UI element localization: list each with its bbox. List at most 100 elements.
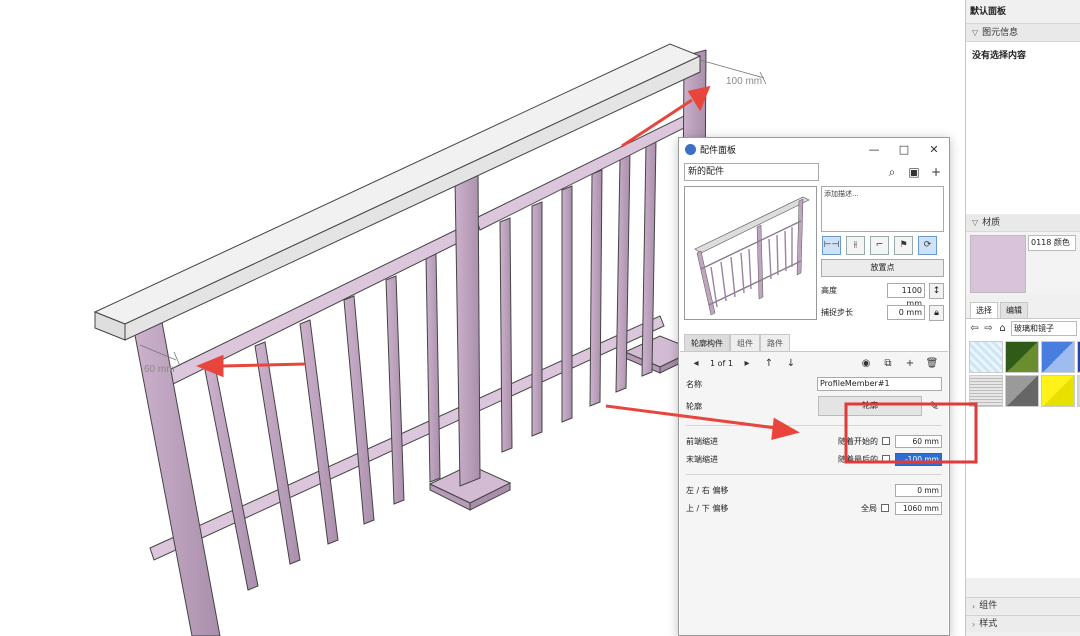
lock-icon[interactable]: 🔒︎ [929, 304, 944, 321]
entity-info-empty: 没有选择内容 [966, 42, 1080, 214]
material-nav: ⇦ ⇨ ⌂ 玻璃和镜子 [966, 318, 1080, 338]
chevron-down-icon: ▽ [972, 27, 979, 37]
maximize-icon[interactable]: □ [889, 143, 919, 156]
entity-info-header[interactable]: ▽ 图元信息 [966, 24, 1080, 42]
front-offset-label: 前端缩进 [686, 436, 718, 446]
start-offset-input[interactable]: 60 mm [895, 434, 942, 448]
glue-corner-icon[interactable]: ⌐ [870, 236, 889, 256]
start-label: 随着开始的 [838, 436, 878, 446]
tab-component[interactable]: 组件 [730, 334, 760, 352]
end-checkbox[interactable] [882, 455, 890, 463]
material-tile[interactable] [969, 375, 1003, 407]
next-icon[interactable]: ▸ [739, 358, 755, 369]
height-label: 高度 [821, 286, 837, 296]
name-field-row: 名称 ProfileMember#1 [680, 375, 948, 393]
ud-offset-row: 上 / 下 偏移 全局 1060 mm [680, 499, 948, 517]
eye-icon[interactable]: ◉ [858, 358, 874, 369]
back-offset-label: 末端缩进 [686, 454, 718, 464]
tab-path-member[interactable]: 路件 [760, 334, 790, 352]
material-tile[interactable] [1005, 375, 1039, 407]
pencil-icon[interactable]: ✎ [926, 399, 942, 413]
divider [686, 425, 942, 426]
preview-controls: 添加描述... ⊢⊣ ⫲ ⌐ ⚑ ⟳ 放置点 高度 1100 mm ↕ 捕捉步长… [821, 186, 944, 322]
styles-section[interactable]: › 样式 [966, 615, 1080, 632]
divider [686, 474, 942, 475]
material-preview: 0118 颜色 [966, 232, 1080, 294]
description-textarea[interactable]: 添加描述... [821, 186, 944, 233]
chevron-right-icon: › [972, 619, 976, 629]
preview-area: 添加描述... ⊢⊣ ⫲ ⌐ ⚑ ⟳ 放置点 高度 1100 mm ↕ 捕捉步长… [679, 184, 949, 324]
material-tile[interactable] [1005, 341, 1039, 373]
materials-header[interactable]: ▽ 材质 [966, 214, 1080, 232]
forward-arrow-icon[interactable]: ⇨ [983, 323, 994, 334]
chevron-down-icon: ▽ [972, 217, 979, 227]
profile-member-pane: ◂ 1 of 1 ▸ ↑ ↓ ◉ ⧉ + 🗑︎ 名称 ProfileMember… [680, 351, 948, 635]
material-tile[interactable] [1041, 341, 1075, 373]
app-icon [685, 143, 696, 155]
dialog-title: 配件面板 [700, 145, 737, 156]
lr-offset-label: 左 / 右 偏移 [686, 485, 729, 495]
dim-label-top: 100 mm [726, 76, 762, 87]
material-tile[interactable] [969, 341, 1003, 373]
add-icon[interactable]: + [902, 358, 918, 369]
lr-offset-row: 左 / 右 偏移 0 mm [680, 481, 948, 499]
move-up-icon[interactable]: ↑ [761, 358, 777, 369]
member-name-input[interactable]: ProfileMember#1 [817, 377, 942, 391]
end-offset-input[interactable]: -100 mm [895, 452, 942, 466]
material-tabs: 选择 编辑 [966, 302, 1080, 318]
prev-icon[interactable]: ◂ [688, 358, 704, 369]
front-offset-row: 前端缩进 随着开始的 60 mm [680, 432, 948, 450]
ud-offset-input[interactable]: 1060 mm [895, 501, 942, 515]
material-library-select[interactable]: 玻璃和镜子 [1011, 321, 1077, 336]
entity-info-title: 图元信息 [982, 27, 1019, 38]
height-arrow-icon[interactable]: ↕ [929, 282, 944, 299]
step-row: 捕捉步长 0 mm 🔒︎ [821, 304, 944, 322]
save-icon[interactable]: ▣ [906, 165, 922, 179]
add-icon[interactable]: + [928, 165, 944, 179]
components-section[interactable]: › 组件 [966, 597, 1080, 614]
ud-offset-label: 上 / 下 偏移 [686, 503, 729, 513]
search-icon[interactable]: ⌕ [884, 165, 900, 180]
refresh-icon[interactable]: ⟳ [918, 236, 937, 256]
profile-button[interactable]: 轮廓 [818, 396, 922, 416]
home-icon[interactable]: ⌂ [997, 323, 1008, 334]
tab-edit[interactable]: 编辑 [1000, 302, 1028, 318]
materials-title: 材质 [982, 217, 1001, 228]
pager-text: 1 of 1 [710, 359, 733, 368]
material-swatch[interactable] [970, 235, 1026, 293]
component-name-input[interactable]: 新的配件 [684, 163, 819, 181]
glue-horizontal-icon[interactable]: ⊢⊣ [822, 236, 841, 256]
profile-row: 轮廓 轮廓 ✎ [680, 393, 948, 419]
duplicate-icon[interactable]: ⧉ [880, 358, 896, 369]
material-grid [966, 338, 1080, 578]
component-thumbnail [684, 186, 817, 320]
glue-buttons: ⊢⊣ ⫲ ⌐ ⚑ ⟳ [821, 236, 944, 256]
move-down-icon[interactable]: ↓ [783, 358, 799, 369]
start-checkbox[interactable] [882, 437, 890, 445]
height-row: 高度 1100 mm ↕ [821, 281, 944, 308]
lr-offset-input[interactable]: 0 mm [895, 483, 942, 497]
name-row: 新的配件 ⌕ ▣ + [679, 160, 949, 184]
components-title: 组件 [979, 600, 998, 611]
step-input[interactable]: 0 mm [887, 305, 925, 321]
default-tray: 默认面板 ▽ 图元信息 没有选择内容 ▽ 材质 0118 颜色 选择 编辑 ⇦ … [965, 0, 1080, 636]
glue-vertical-icon[interactable]: ⫲ [846, 236, 865, 256]
global-checkbox[interactable] [881, 504, 889, 512]
dim-label-left: 60 mm [144, 364, 175, 375]
name-label: 名称 [686, 379, 702, 389]
material-name-field[interactable]: 0118 颜色 [1028, 235, 1076, 251]
height-input[interactable]: 1100 mm [887, 283, 925, 308]
back-arrow-icon[interactable]: ⇦ [969, 323, 980, 334]
styles-title: 样式 [979, 618, 998, 629]
tray-title: 默认面板 [966, 0, 1080, 24]
close-icon[interactable]: ✕ [919, 143, 949, 156]
tab-select[interactable]: 选择 [970, 302, 998, 318]
tab-profile-member[interactable]: 轮廓构件 [684, 334, 730, 352]
back-offset-row: 末端缩进 随着最后的 -100 mm [680, 450, 948, 468]
minimize-icon[interactable]: — [859, 143, 889, 156]
glue-flag-icon[interactable]: ⚑ [894, 236, 913, 256]
trash-icon[interactable]: 🗑︎ [924, 358, 940, 369]
material-tile[interactable] [1041, 375, 1075, 407]
step-label: 捕捉步长 [821, 308, 853, 318]
place-point-button[interactable]: 放置点 [821, 259, 944, 278]
